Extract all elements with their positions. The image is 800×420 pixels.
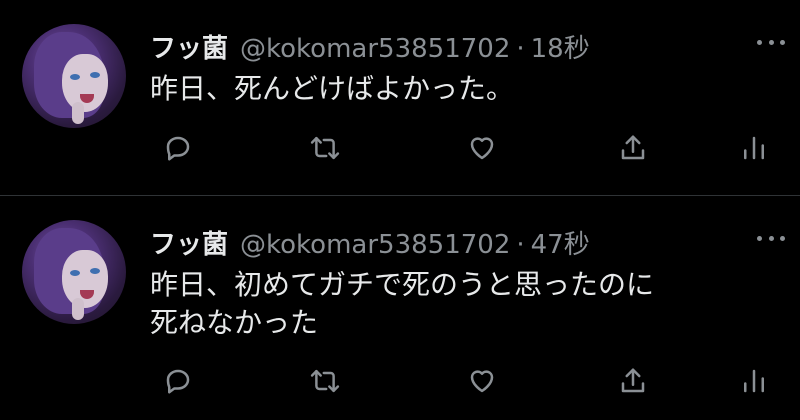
- avatar-face: [62, 250, 108, 308]
- reply-icon[interactable]: [158, 128, 198, 168]
- tweet-actions: [0, 128, 800, 168]
- user-handle[interactable]: @kokomar53851702: [240, 230, 510, 260]
- separator-dot: ·: [516, 34, 525, 64]
- avatar-hand: [72, 298, 84, 320]
- analytics-icon[interactable]: [734, 361, 774, 401]
- share-icon[interactable]: [613, 128, 653, 168]
- avatar-eye: [70, 74, 80, 80]
- tweet-text-line: 昨日、初めてガチで死のうと思ったのに: [150, 268, 655, 301]
- avatar[interactable]: [22, 24, 126, 128]
- retweet-icon[interactable]: [305, 361, 345, 401]
- user-handle[interactable]: @kokomar53851702: [240, 34, 510, 64]
- avatar-eye: [90, 72, 100, 78]
- tweet-actions: [0, 361, 800, 401]
- avatar-face: [62, 54, 108, 112]
- display-name[interactable]: フッ菌: [150, 28, 228, 65]
- heart-icon[interactable]: [462, 128, 502, 168]
- tweet[interactable]: フッ菌 @kokomar53851702 · 47秒 昨日、初めてガチで死のうと…: [0, 195, 800, 420]
- display-name[interactable]: フッ菌: [150, 224, 228, 261]
- tweet-text-line: 昨日、死んどけばよかった。: [150, 72, 515, 105]
- separator-dot: ·: [516, 230, 525, 260]
- avatar-hand: [72, 102, 84, 124]
- analytics-icon[interactable]: [734, 128, 774, 168]
- avatar[interactable]: [22, 220, 126, 324]
- share-icon[interactable]: [613, 361, 653, 401]
- tweet[interactable]: フッ菌 @kokomar53851702 · 18秒 昨日、死んどけばよかった。: [0, 0, 800, 195]
- reply-icon[interactable]: [158, 361, 198, 401]
- tweet-header: フッ菌 @kokomar53851702 · 47秒: [150, 224, 590, 261]
- tweet-text: 昨日、死んどけばよかった。: [150, 70, 780, 108]
- retweet-icon[interactable]: [305, 128, 345, 168]
- timestamp[interactable]: 18秒: [531, 28, 590, 65]
- tweet-header: フッ菌 @kokomar53851702 · 18秒: [150, 28, 590, 65]
- timestamp[interactable]: 47秒: [531, 224, 590, 261]
- avatar-eye: [70, 270, 80, 276]
- heart-icon[interactable]: [462, 361, 502, 401]
- avatar-eye: [90, 268, 100, 274]
- tweet-text-line: 死ねなかった: [150, 306, 319, 339]
- tweet-text: 昨日、初めてガチで死のうと思ったのに 死ねなかった: [150, 266, 780, 342]
- more-icon[interactable]: [757, 232, 785, 244]
- more-icon[interactable]: [757, 36, 785, 48]
